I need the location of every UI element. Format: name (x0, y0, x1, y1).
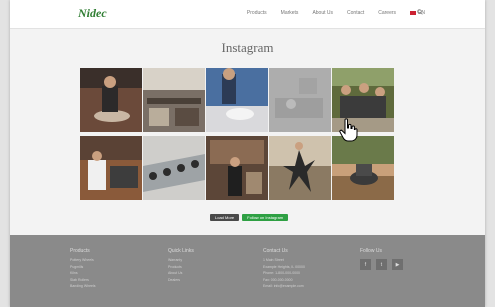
hand-cursor-icon (339, 118, 358, 142)
footer-quick-links: Quick Links Warranty Products About Us D… (168, 248, 194, 284)
footer-link[interactable]: Kilns (70, 271, 96, 275)
youtube-icon[interactable]: ▶ (392, 259, 403, 270)
twitter-icon[interactable]: t (376, 259, 387, 270)
footer-link[interactable]: Banding Wheels (70, 284, 96, 288)
contact-line[interactable]: Email: info@example.com (263, 284, 305, 288)
footer-contact: Contact Us 1 Main Street Example Heights… (263, 248, 305, 291)
footer-contact-title: Contact Us (263, 248, 288, 254)
contact-line: Phone: 1-800-000-0000 (263, 271, 300, 275)
top-navigation-bar: Nidec Products Markets About Us Contact … (10, 0, 485, 29)
nav-item-contact[interactable]: Contact (347, 10, 364, 16)
footer-link[interactable]: Slab Rollers (70, 278, 96, 282)
contact-line: Fax: 000-000-0000 (263, 277, 293, 282)
gallery-tile-9[interactable] (269, 136, 331, 200)
footer-link[interactable]: About Us (168, 271, 194, 275)
browser-page: Nidec Products Markets About Us Contact … (10, 0, 485, 307)
page-title: Instagram (221, 40, 274, 55)
gallery-actions: Load More Follow on Instagram (210, 214, 289, 221)
hover-overlay (269, 68, 331, 132)
contact-line: Example Heights, IL 00000 (263, 264, 305, 269)
site-footer: Products Pottery Wheels Pugmills Kilns S… (10, 235, 485, 307)
gallery-tile-8[interactable] (206, 136, 268, 200)
nav-item-about[interactable]: About Us (312, 10, 333, 16)
flag-icon (410, 10, 417, 15)
nav-item-careers[interactable]: Careers (378, 10, 396, 16)
footer-quick-links-title: Quick Links (168, 248, 194, 254)
footer-products-title: Products (70, 248, 90, 254)
footer-follow: Follow Us f t ▶ (360, 248, 403, 273)
nav-item-products[interactable]: Products (247, 10, 267, 16)
social-links: f t ▶ (360, 259, 403, 270)
footer-follow-title: Follow Us (360, 248, 382, 254)
footer-link[interactable]: Pottery Wheels (70, 258, 96, 262)
search-icon[interactable] (417, 9, 423, 15)
nav-item-markets[interactable]: Markets (281, 10, 299, 16)
gallery-tile-6[interactable] (80, 136, 142, 200)
footer-link[interactable]: Warranty (168, 258, 194, 262)
gallery-tile-10[interactable] (332, 136, 394, 200)
gallery-tile-7[interactable] (143, 136, 205, 200)
follow-instagram-button[interactable]: Follow on Instagram (242, 214, 289, 221)
contact-line: 1 Main Street (263, 258, 284, 262)
gallery-tile-3[interactable] (206, 68, 268, 132)
gallery-tile-1[interactable] (80, 68, 142, 132)
logo[interactable]: Nidec (78, 6, 107, 21)
facebook-icon[interactable]: f (360, 259, 371, 270)
main-nav: Products Markets About Us Contact Career… (247, 10, 425, 16)
footer-link[interactable]: Dealers (168, 278, 194, 282)
gallery-tile-4-hovered[interactable] (269, 68, 331, 132)
load-more-button[interactable]: Load More (210, 214, 240, 221)
footer-link[interactable]: Pugmills (70, 265, 96, 269)
footer-link[interactable]: Products (168, 265, 194, 269)
footer-products: Products Pottery Wheels Pugmills Kilns S… (70, 248, 96, 291)
gallery-tile-2[interactable] (143, 68, 205, 132)
